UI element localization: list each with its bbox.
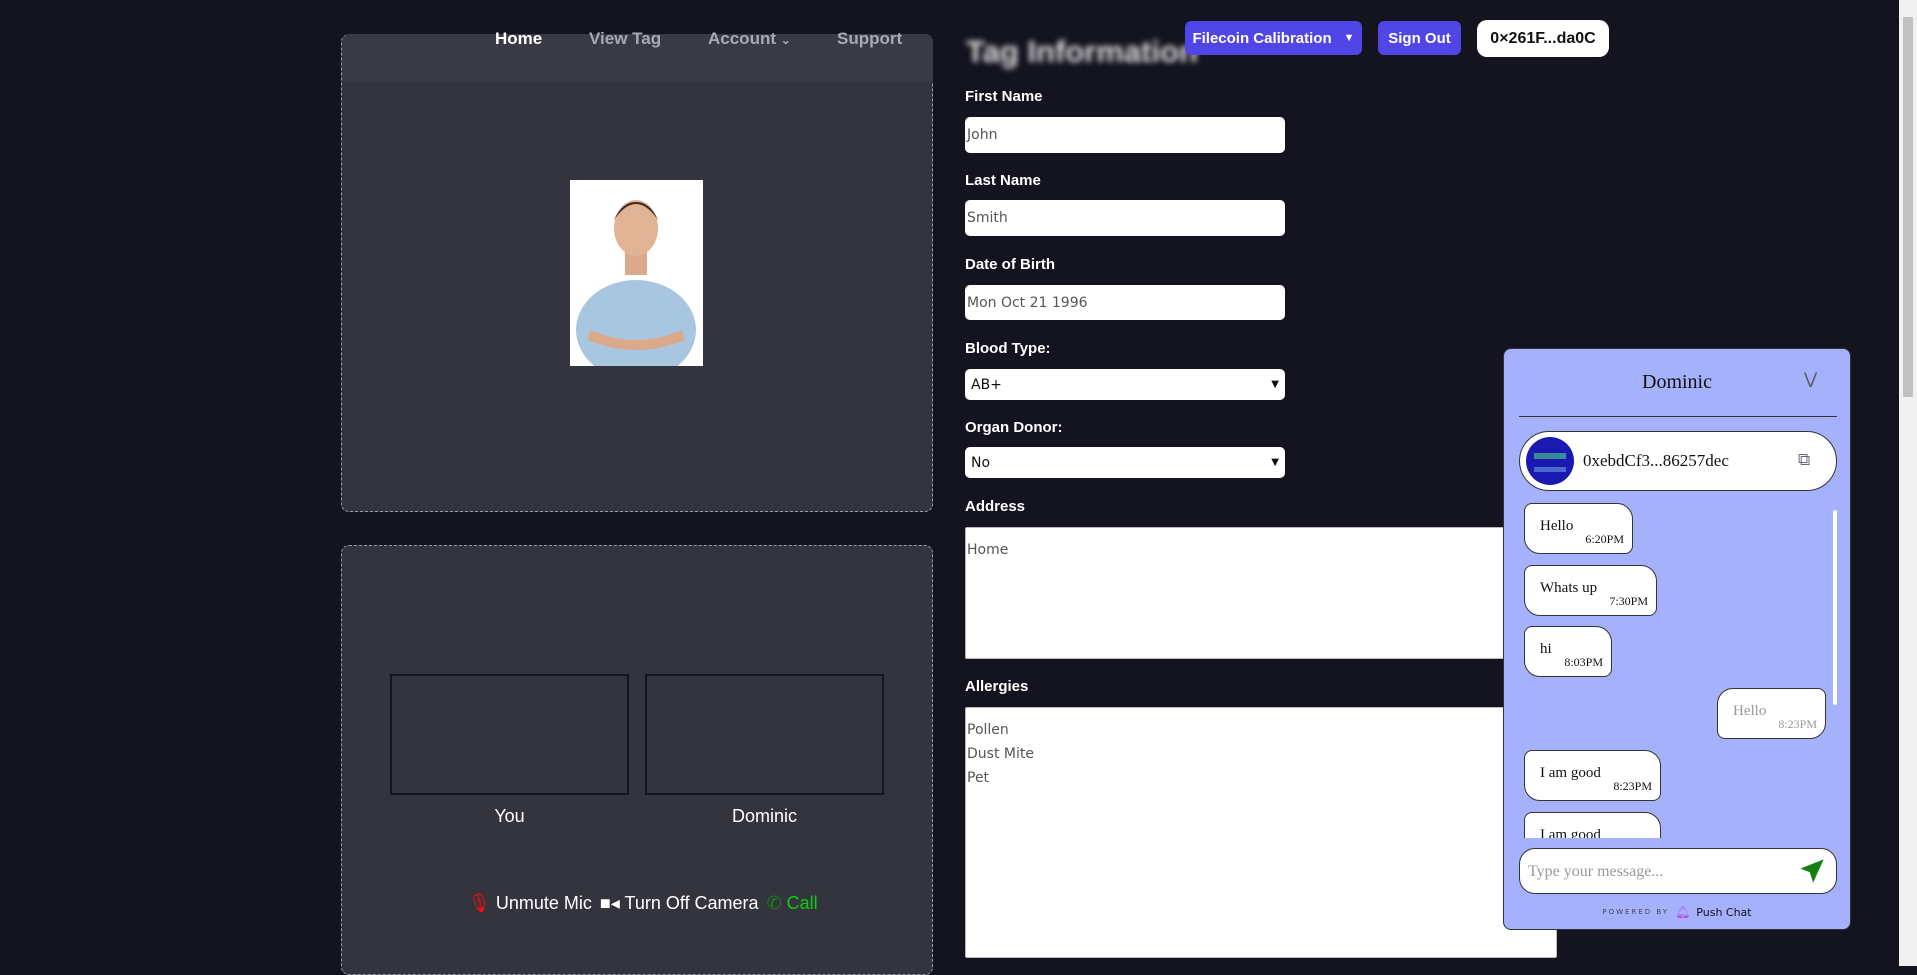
- powered-by-label: POWERED BY: [1602, 908, 1670, 916]
- allergy-item: Pet: [967, 770, 990, 786]
- sign-out-button[interactable]: Sign Out: [1378, 21, 1461, 55]
- wallet-address-button[interactable]: 0×261F...da0C: [1477, 20, 1609, 57]
- push-bell-icon: 🔔︎: [1675, 905, 1691, 919]
- unmute-mic-button[interactable]: 🎙︎ Unmute Mic: [468, 893, 592, 914]
- remote-video-label: Dominic: [731, 806, 797, 826]
- chevron-down-icon: ▼: [1343, 32, 1355, 44]
- chat-title: Dominic: [1642, 371, 1712, 393]
- last-name-input[interactable]: Smith: [965, 200, 1285, 236]
- dob-label: Date of Birth: [965, 256, 1055, 273]
- minimize-chevrons-icon[interactable]: ⋁: [1804, 369, 1817, 389]
- first-name-input[interactable]: John: [965, 117, 1285, 153]
- allergies-label: Allergies: [965, 678, 1029, 695]
- blood-type-value: AB+: [971, 376, 1002, 393]
- last-name-label: Last Name: [965, 172, 1041, 189]
- page-scrollbar[interactable]: [1899, 0, 1917, 966]
- organ-donor-label: Organ Donor:: [965, 419, 1063, 436]
- first-name-label: First Name: [965, 88, 1043, 105]
- peer-address: 0xebdCf3...86257dec: [1583, 451, 1729, 470]
- organ-donor-value: No: [971, 454, 991, 471]
- call-controls: 🎙︎ Unmute Mic ■◂ Turn Off Camera ✆ Call: [468, 893, 818, 914]
- push-chat-brand: Push Chat: [1696, 905, 1752, 919]
- nav-view-tag[interactable]: View Tag: [589, 29, 661, 49]
- peer-avatar: [1526, 437, 1574, 485]
- powered-by: POWERED BY 🔔︎ Push Chat: [1504, 905, 1850, 919]
- chat-widget: Dominic ⋁ 0xebdCf3...86257dec ⧉ Hello 6:2…: [1503, 348, 1851, 930]
- remote-video: [645, 674, 884, 795]
- chevron-down-icon: ▼: [1271, 379, 1279, 390]
- organ-donor-select[interactable]: No ▼: [965, 447, 1285, 478]
- blood-type-label: Blood Type:: [965, 340, 1051, 357]
- message-scrollbar[interactable]: [1833, 510, 1837, 705]
- send-icon[interactable]: [1798, 857, 1826, 890]
- profile-photo: [570, 180, 703, 366]
- peer-address-pill: 0xebdCf3...86257dec ⧉: [1519, 431, 1837, 491]
- message-bubble: hi 8:03PM: [1524, 626, 1612, 677]
- allergy-item: Dust Mite: [967, 746, 1034, 762]
- nav-support[interactable]: Support: [837, 29, 902, 49]
- nav-account[interactable]: Account ⌄: [708, 29, 791, 49]
- chevron-down-icon: ▼: [1271, 457, 1279, 468]
- tag-title: Tag Information: [966, 34, 1198, 69]
- camera-button[interactable]: ■◂ Turn Off Camera: [600, 893, 759, 914]
- message-bubble: I am good: [1524, 812, 1661, 838]
- camera-label: Turn Off Camera: [624, 893, 759, 913]
- chevron-down-icon: ⌄: [780, 33, 791, 47]
- phone-icon: ✆: [766, 893, 782, 913]
- message-input-placeholder: Type your message...: [1528, 863, 1664, 880]
- message-bubble: Hello 6:20PM: [1524, 503, 1633, 554]
- blood-type-select[interactable]: AB+ ▼: [965, 369, 1285, 400]
- nav-account-label: Account: [708, 29, 776, 48]
- allergies-textarea[interactable]: Pollen Dust Mite Pet: [965, 707, 1557, 958]
- message-list[interactable]: Hello 6:20PM Whats up 7:30PM hi 8:03PM Hell…: [1504, 501, 1850, 838]
- call-button[interactable]: ✆ Call: [767, 893, 818, 914]
- local-video: [390, 674, 629, 795]
- message-bubble-sent: Hello 8:23PM: [1717, 688, 1826, 739]
- allergy-item: Pollen: [967, 722, 1009, 738]
- copy-icon[interactable]: ⧉: [1798, 450, 1810, 470]
- call-label: Call: [786, 893, 818, 913]
- local-video-label: You: [494, 806, 525, 826]
- network-select[interactable]: Filecoin Calibration ▼: [1185, 21, 1362, 55]
- nav-home[interactable]: Home: [495, 29, 542, 49]
- unmute-mic-label: Unmute Mic: [495, 893, 592, 913]
- message-bubble: Whats up 7:30PM: [1524, 565, 1657, 616]
- chat-header-divider: [1519, 416, 1837, 417]
- dob-input[interactable]: Mon Oct 21 1996: [965, 285, 1285, 320]
- message-bubble: I am good 8:23PM: [1524, 750, 1661, 801]
- video-camera-icon: ■◂: [599, 893, 620, 913]
- mic-off-icon: 🎙︎: [468, 893, 491, 913]
- network-label: Filecoin Calibration: [1192, 29, 1332, 47]
- message-input[interactable]: Type your message...: [1519, 848, 1837, 894]
- address-label: Address: [965, 498, 1026, 515]
- address-textarea[interactable]: Home: [965, 527, 1557, 659]
